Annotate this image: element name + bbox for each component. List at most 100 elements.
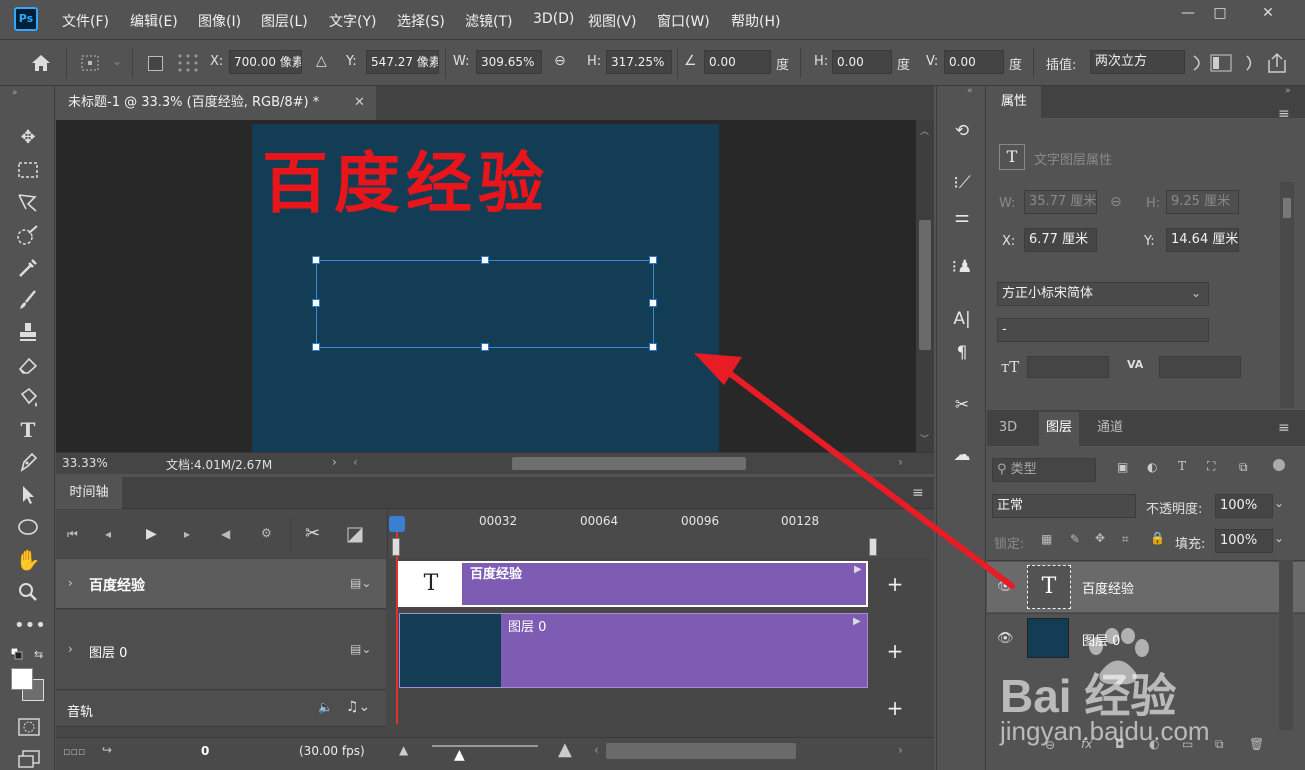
- opacity-field[interactable]: 100%: [1215, 494, 1273, 518]
- vskew-input[interactable]: 0.00: [944, 50, 1004, 74]
- delta-icon[interactable]: △: [316, 53, 327, 69]
- eyedropper-tool-icon[interactable]: [14, 254, 42, 282]
- character-icon[interactable]: A|: [949, 306, 975, 332]
- path-select-tool-icon[interactable]: [14, 481, 42, 509]
- w-input[interactable]: 309.65%: [476, 50, 542, 74]
- panel-menu-icon[interactable]: ≡: [1278, 420, 1290, 436]
- transform-bounding-box[interactable]: [316, 260, 654, 348]
- type-tool-icon[interactable]: T: [14, 416, 42, 444]
- cancel-transform-icon[interactable]: [1244, 53, 1254, 73]
- transform-handle[interactable]: [649, 343, 657, 351]
- vertical-scroll-thumb[interactable]: [919, 220, 931, 350]
- playhead[interactable]: [389, 516, 405, 532]
- properties-scroll-thumb[interactable]: [1283, 198, 1291, 218]
- new-layer-icon[interactable]: ⧉: [1215, 737, 1224, 752]
- visibility-eye-icon[interactable]: 👁: [997, 631, 1014, 646]
- collapse-icon[interactable]: »: [12, 88, 18, 98]
- add-media-button[interactable]: +: [875, 639, 915, 663]
- transform-handle[interactable]: [312, 299, 320, 307]
- filter-toggle[interactable]: [1273, 459, 1285, 471]
- timeline-scroll-thumb[interactable]: [606, 743, 796, 759]
- close-button[interactable]: ✕: [1253, 4, 1283, 22]
- swap-colors-icon[interactable]: ⇆: [34, 648, 43, 661]
- audio-track-row[interactable]: [56, 691, 386, 727]
- maximize-button[interactable]: □: [1205, 4, 1235, 22]
- tool-presets-icon[interactable]: ✂: [949, 392, 975, 418]
- work-area-start-handle[interactable]: [392, 538, 400, 556]
- render-video-icon[interactable]: ↪: [102, 743, 112, 757]
- image-layer-clip[interactable]: 图层 0 ▶: [399, 613, 868, 688]
- lock-all-icon[interactable]: 🔒: [1150, 531, 1165, 545]
- font-size-field[interactable]: [1027, 356, 1109, 378]
- menu-3d[interactable]: 3D(D): [533, 11, 574, 27]
- filter-pixel-icon[interactable]: ▣: [1117, 460, 1128, 474]
- screen-mode-icon[interactable]: [18, 750, 40, 768]
- hand-tool-icon[interactable]: ✋: [14, 546, 42, 574]
- menu-view[interactable]: 视图(V): [588, 11, 637, 31]
- collapse-icon[interactable]: »: [1285, 86, 1291, 96]
- tab-properties[interactable]: 属性: [987, 86, 1041, 118]
- clip-menu-icon[interactable]: ▶: [854, 564, 862, 575]
- brush-tool-icon[interactable]: [14, 286, 42, 314]
- home-icon[interactable]: [30, 53, 52, 73]
- tab-3d[interactable]: 3D: [987, 412, 1029, 444]
- menu-image[interactable]: 图像(I): [198, 11, 241, 31]
- settings-gear-icon[interactable]: ⚙: [261, 526, 272, 540]
- more-tools-icon[interactable]: •••: [14, 612, 46, 640]
- film-icon[interactable]: ▤⌄: [350, 642, 371, 656]
- expand-track-icon[interactable]: ›: [68, 576, 73, 590]
- filter-shape-icon[interactable]: ⛶: [1207, 459, 1215, 474]
- film-icon[interactable]: ▤⌄: [350, 576, 371, 590]
- clone-source-icon[interactable]: ⁝♟: [949, 254, 975, 280]
- work-area-end-handle[interactable]: [869, 538, 877, 556]
- hskew-input[interactable]: 0.00: [832, 50, 892, 74]
- transform-handle[interactable]: [649, 299, 657, 307]
- reference-grid-icon[interactable]: [176, 52, 200, 74]
- scroll-up-icon[interactable]: ︿: [920, 124, 929, 137]
- horizontal-scroll-thumb[interactable]: [512, 457, 746, 470]
- speaker-icon[interactable]: 🔈: [318, 700, 333, 714]
- close-tab-icon[interactable]: ✕: [354, 86, 365, 120]
- blend-mode-select[interactable]: 正常: [992, 494, 1136, 518]
- marquee-tool-icon[interactable]: [14, 156, 42, 184]
- angle-input[interactable]: 0.00: [704, 50, 771, 74]
- transform-handle[interactable]: [312, 256, 320, 264]
- layers-scrollbar[interactable]: [1279, 560, 1293, 730]
- expand-track-icon[interactable]: ›: [68, 642, 73, 656]
- paragraph-icon[interactable]: ¶: [949, 340, 975, 366]
- menu-help[interactable]: 帮助(H): [731, 11, 780, 31]
- y-field[interactable]: 14.64 厘米: [1166, 228, 1239, 252]
- ellipse-tool-icon[interactable]: [14, 513, 42, 541]
- text-layer-clip[interactable]: T 百度经验 ▶: [398, 561, 868, 607]
- stamp-tool-icon[interactable]: [14, 319, 42, 347]
- collapse-icon[interactable]: «: [967, 86, 973, 96]
- x-input[interactable]: 700.00 像素: [229, 50, 302, 74]
- chevron-down-icon[interactable]: ⌄: [1274, 496, 1284, 510]
- history-icon[interactable]: ⟲: [949, 118, 975, 144]
- scroll-down-icon[interactable]: ﹀: [920, 432, 929, 445]
- lock-transparent-icon[interactable]: ▦: [1041, 532, 1052, 546]
- add-audio-button[interactable]: +: [875, 696, 915, 720]
- y-input[interactable]: 547.27 像素: [366, 50, 439, 74]
- menu-type[interactable]: 文字(Y): [329, 11, 376, 31]
- tab-layers[interactable]: 图层: [1039, 412, 1079, 446]
- reference-checkbox[interactable]: [148, 56, 163, 71]
- transform-handle[interactable]: [481, 256, 489, 264]
- reference-point-icon[interactable]: [80, 54, 102, 72]
- first-frame-icon[interactable]: ⏮: [67, 527, 78, 542]
- layer-name[interactable]: 百度经验: [1082, 578, 1134, 597]
- minimize-button[interactable]: —: [1173, 4, 1203, 22]
- h-input[interactable]: 317.25%: [606, 50, 672, 74]
- scroll-left-icon[interactable]: ‹: [594, 743, 599, 757]
- timeline-tab[interactable]: 时间轴: [56, 477, 122, 509]
- transform-handle[interactable]: [649, 256, 657, 264]
- share-icon[interactable]: [1265, 52, 1289, 74]
- chevron-down-icon[interactable]: ⌄: [1191, 286, 1201, 300]
- play-icon[interactable]: ▶: [146, 526, 157, 542]
- clip-menu-icon[interactable]: ▶: [853, 616, 861, 627]
- panel-menu-icon[interactable]: ≡: [912, 485, 924, 501]
- warp-icon[interactable]: [1192, 53, 1206, 73]
- filter-adjustment-icon[interactable]: ◐: [1147, 460, 1157, 474]
- libraries-icon[interactable]: ☁: [949, 442, 975, 468]
- transform-handle[interactable]: [481, 343, 489, 351]
